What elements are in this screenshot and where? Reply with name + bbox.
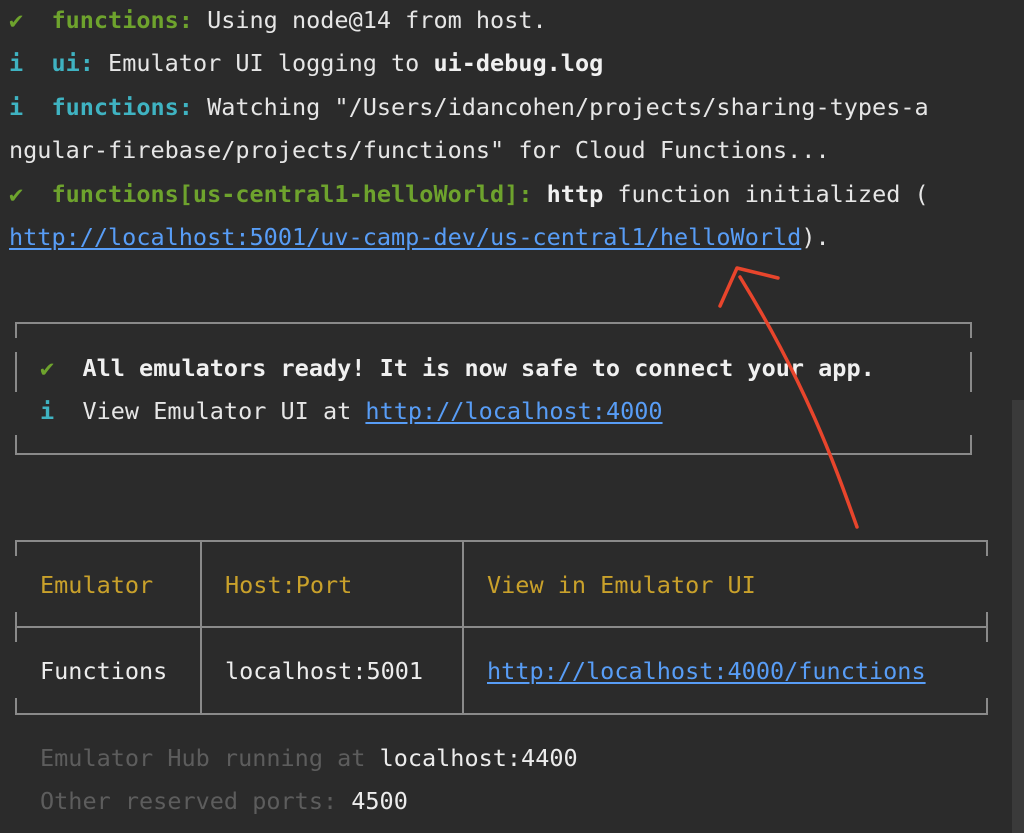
annotation-arrow-icon	[718, 266, 859, 529]
